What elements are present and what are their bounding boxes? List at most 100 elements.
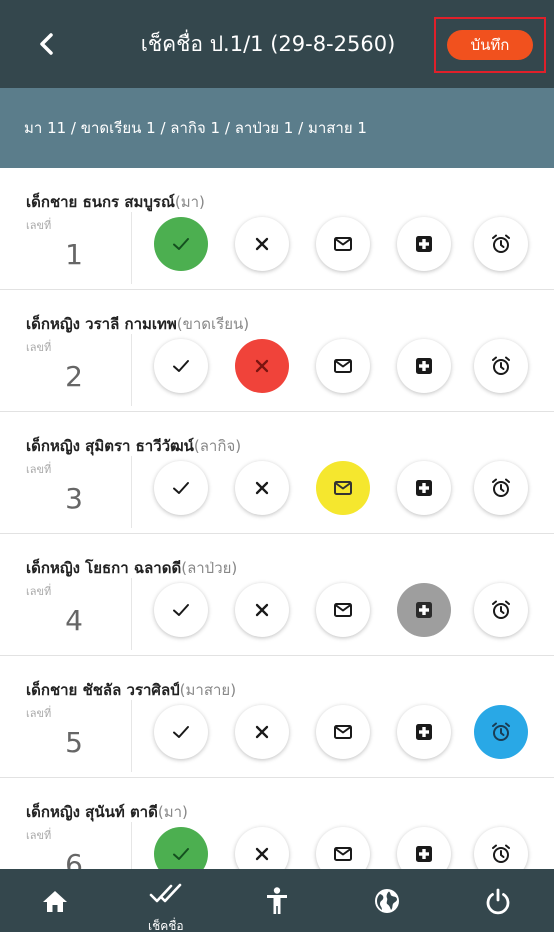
student-name: เด็กหญิง สุมิตรา ธาวีวัฒน์(ลากิจ): [26, 434, 241, 458]
late-button[interactable]: [474, 705, 528, 759]
student-row: เด็กชาย ชัชลัล วราศิลป์(มาสาย) เลขที่ 5: [0, 656, 554, 778]
student-name-text: เด็กหญิง โยธกา ฉลาดดี: [26, 559, 182, 577]
absent-button[interactable]: [235, 583, 289, 637]
leave-button[interactable]: [316, 217, 370, 271]
check-icon: [170, 355, 192, 377]
student-number-label: เลขที่: [26, 707, 52, 720]
attendance-buttons: [154, 217, 528, 273]
late-button[interactable]: [474, 827, 528, 869]
envelope-icon: [332, 233, 354, 255]
absent-button[interactable]: [235, 827, 289, 869]
envelope-icon: [332, 355, 354, 377]
nav-item-home[interactable]: [0, 869, 110, 932]
back-button[interactable]: [30, 26, 66, 62]
save-button[interactable]: บันทึก: [447, 30, 533, 60]
student-number: 5: [65, 726, 83, 759]
late-button[interactable]: [474, 583, 528, 637]
present-button[interactable]: [154, 827, 208, 869]
student-number-label: เลขที่: [26, 829, 52, 842]
envelope-icon: [332, 477, 354, 499]
attendance-buttons: [154, 705, 528, 761]
check-icon: [170, 599, 192, 621]
medical-plus-icon: [413, 355, 435, 377]
medical-plus-icon: [413, 599, 435, 621]
sick-button[interactable]: [397, 705, 451, 759]
student-name-text: เด็กหญิง สุนันท์ ตาดี: [26, 803, 158, 821]
row-divider: [131, 212, 132, 284]
present-button[interactable]: [154, 705, 208, 759]
student-number-label: เลขที่: [26, 585, 52, 598]
absent-button[interactable]: [235, 217, 289, 271]
present-button[interactable]: [154, 217, 208, 271]
sick-button[interactable]: [397, 583, 451, 637]
sick-button[interactable]: [397, 339, 451, 393]
check-icon: [170, 233, 192, 255]
envelope-icon: [332, 843, 354, 865]
medical-plus-icon: [413, 477, 435, 499]
late-button[interactable]: [474, 461, 528, 515]
leave-button[interactable]: [316, 827, 370, 869]
student-name: เด็กหญิง สุนันท์ ตาดี(มา): [26, 800, 188, 824]
row-divider: [131, 334, 132, 406]
student-name: เด็กหญิง โยธกา ฉลาดดี(ลาป่วย): [26, 556, 237, 580]
leave-button[interactable]: [316, 583, 370, 637]
late-button[interactable]: [474, 339, 528, 393]
attendance-summary: มา 11 / ขาดเรียน 1 / ลากิจ 1 / ลาป่วย 1 …: [0, 88, 554, 168]
close-icon: [252, 478, 272, 498]
student-name-text: เด็กชาย ชัชลัล วราศิลป์: [26, 681, 180, 699]
double-check-icon: [149, 880, 183, 908]
close-icon: [252, 844, 272, 864]
student-row: เด็กหญิง วราลี กามเทพ(ขาดเรียน) เลขที่ 2: [0, 290, 554, 412]
leave-button[interactable]: [316, 339, 370, 393]
nav-item-person[interactable]: [222, 869, 332, 932]
present-button[interactable]: [154, 461, 208, 515]
sick-button[interactable]: [397, 461, 451, 515]
check-icon: [170, 721, 192, 743]
student-number-label: เลขที่: [26, 219, 52, 232]
student-status: (มา): [174, 193, 205, 211]
absent-button[interactable]: [235, 461, 289, 515]
attendance-buttons: [154, 827, 528, 869]
top-bar: เช็คชื่อ ป.1/1 (29-8-2560) บันทึก: [0, 0, 554, 88]
student-status: (ลากิจ): [193, 437, 242, 455]
sick-button[interactable]: [397, 827, 451, 869]
student-row: เด็กหญิง สุนันท์ ตาดี(มา) เลขที่ 6: [0, 778, 554, 869]
globe-icon: [372, 886, 402, 916]
student-status: (มาสาย): [179, 681, 237, 699]
close-icon: [252, 234, 272, 254]
person-icon: [262, 886, 292, 916]
student-row: เด็กหญิง สุมิตรา ธาวีวัฒน์(ลากิจ) เลขที่ 3: [0, 412, 554, 534]
alarm-clock-icon: [489, 476, 513, 500]
close-icon: [252, 722, 272, 742]
absent-button[interactable]: [235, 339, 289, 393]
bottom-navigation: เช็คชื่อ: [0, 869, 554, 932]
row-divider: [131, 578, 132, 650]
student-name: เด็กชาย ธนกร สมบูรณ์(มา): [26, 190, 205, 214]
student-list[interactable]: เด็กชาย ธนกร สมบูรณ์(มา) เลขที่ 1 เด็กหญิง …: [0, 168, 554, 869]
nav-item-double-check[interactable]: เช็คชื่อ: [111, 869, 221, 932]
student-name-text: เด็กชาย ธนกร สมบูรณ์: [26, 193, 175, 211]
row-divider: [131, 456, 132, 528]
attendance-buttons: [154, 461, 528, 517]
present-button[interactable]: [154, 583, 208, 637]
student-status: (ลาป่วย): [181, 559, 238, 577]
nav-item-globe[interactable]: [332, 869, 442, 932]
sick-button[interactable]: [397, 217, 451, 271]
power-icon: [483, 886, 513, 916]
page-title: เช็คชื่อ ป.1/1 (29-8-2560): [140, 32, 396, 56]
close-icon: [252, 356, 272, 376]
alarm-clock-icon: [489, 842, 513, 866]
attendance-buttons: [154, 583, 528, 639]
medical-plus-icon: [413, 843, 435, 865]
nav-item-power[interactable]: [443, 869, 553, 932]
present-button[interactable]: [154, 339, 208, 393]
row-divider: [131, 822, 132, 869]
nav-label: เช็คชื่อ: [147, 919, 184, 932]
student-number: 2: [65, 360, 83, 393]
envelope-icon: [332, 599, 354, 621]
leave-button[interactable]: [316, 461, 370, 515]
student-name: เด็กชาย ชัชลัล วราศิลป์(มาสาย): [26, 678, 236, 702]
late-button[interactable]: [474, 217, 528, 271]
leave-button[interactable]: [316, 705, 370, 759]
absent-button[interactable]: [235, 705, 289, 759]
